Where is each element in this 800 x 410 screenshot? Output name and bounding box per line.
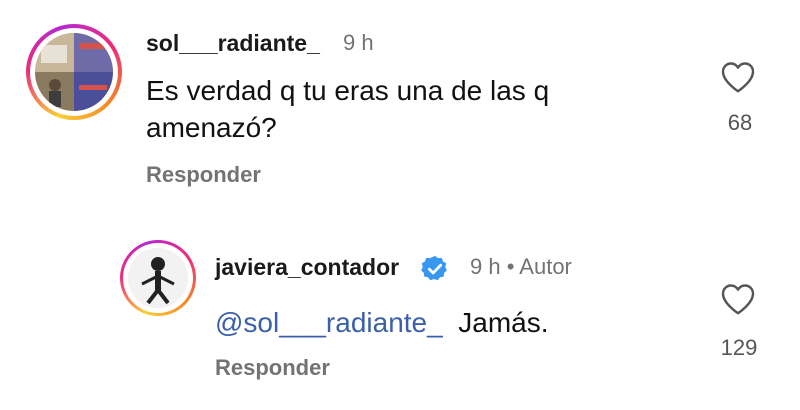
reply-timestamp: 9 h • Autor xyxy=(470,254,572,279)
avatar[interactable] xyxy=(128,248,188,308)
reply-button[interactable]: Responder xyxy=(146,162,261,188)
heart-outline-icon[interactable] xyxy=(720,282,760,318)
comment-text: Es verdad q tu eras una de las q amenazó… xyxy=(146,75,550,143)
reply-username[interactable]: javiera_contador xyxy=(215,254,399,281)
comment-thread: sol___radiante_ 9 h Es verdad q tu eras … xyxy=(0,0,800,410)
comment-username[interactable]: sol___radiante_ xyxy=(146,30,320,57)
heart-outline-icon[interactable] xyxy=(720,60,760,96)
avatar[interactable] xyxy=(35,33,113,111)
reply-comment: javiera_contador 9 h • Autor @sol___radi… xyxy=(0,230,800,410)
mention-link[interactable]: @sol___radiante_ xyxy=(215,307,443,338)
reply-text: @sol___radiante_ Jamás. xyxy=(215,304,695,341)
like-count: 129 xyxy=(720,335,758,360)
comment: sol___radiante_ 9 h Es verdad q tu eras … xyxy=(0,0,800,200)
reply-body: Jamás. xyxy=(458,307,549,338)
comment-timestamp: 9 h xyxy=(343,30,374,55)
reply-button[interactable]: Responder xyxy=(215,355,330,381)
like-count: 68 xyxy=(727,110,753,135)
verified-badge-icon xyxy=(420,254,450,284)
